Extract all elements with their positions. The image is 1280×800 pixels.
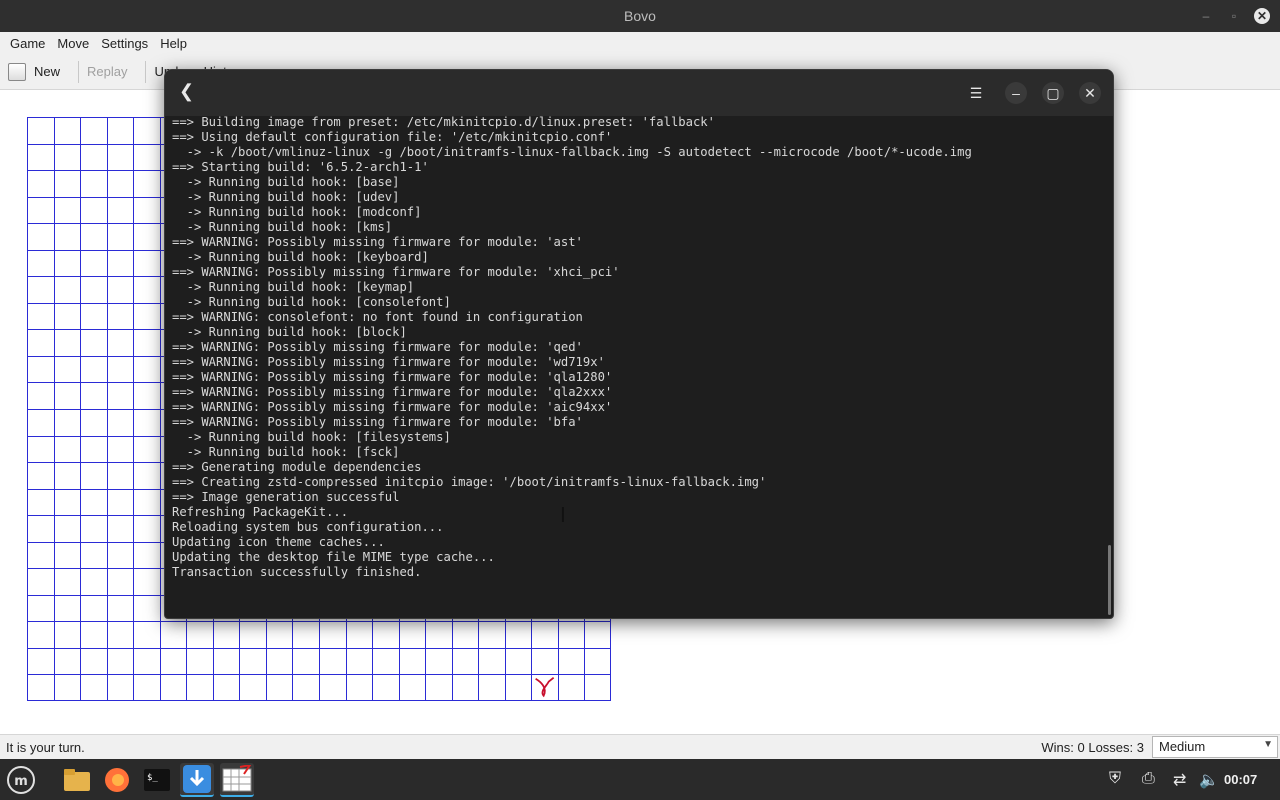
log-line: -> -k /boot/vmlinuz-linux -g /boot/initr…	[172, 145, 972, 159]
log-line: ==> Generating module dependencies	[172, 460, 422, 474]
log-line: Transaction successfully finished.	[172, 565, 422, 579]
update-log-dialog: ❮ ☰ – ▢ ✕ ==> Building image from preset…	[164, 69, 1114, 619]
turn-status: It is your turn.	[6, 740, 85, 755]
new-button[interactable]: New	[8, 62, 61, 81]
log-line: ==> WARNING: Possibly missing firmware f…	[172, 385, 613, 399]
hamburger-menu-icon[interactable]: ☰	[965, 82, 987, 104]
log-line: ==> WARNING: Possibly missing firmware f…	[172, 235, 583, 249]
log-line: ==> Image generation successful	[172, 490, 400, 504]
update-manager-app-button[interactable]	[180, 763, 214, 797]
printer-icon[interactable]: ⎙	[1142, 770, 1155, 788]
log-line: -> Running build hook: [keyboard]	[172, 250, 429, 264]
taskbar: m $_ ⛨ ⎙ ⇄ 🔈 00:07	[0, 759, 1280, 800]
minimize-icon[interactable]: –	[1005, 82, 1027, 104]
chevron-down-icon: ▼	[1263, 739, 1273, 750]
clock[interactable]: 00:07	[1224, 772, 1257, 787]
new-game-icon	[8, 62, 26, 81]
download-arrow-icon	[183, 765, 211, 793]
toolbar-separator	[145, 60, 147, 83]
svg-text:$_: $_	[147, 773, 158, 783]
log-line: ==> Creating zstd-compressed initcpio im…	[172, 475, 767, 489]
score-display: Wins: 0 Losses: 3	[1041, 740, 1144, 755]
mint-logo-icon: m	[7, 766, 35, 794]
menu-move[interactable]: Move	[51, 36, 95, 51]
log-line: ==> WARNING: Possibly missing firmware f…	[172, 370, 613, 384]
terminal-icon: $_	[144, 769, 170, 791]
maximize-icon[interactable]: ▫	[1226, 8, 1242, 24]
shield-icon[interactable]: ⛨	[1109, 770, 1121, 788]
network-icon[interactable]: ⇄	[1173, 770, 1186, 790]
dialog-header: ❮ ☰ – ▢ ✕	[165, 70, 1113, 116]
log-line: Refreshing PackageKit...	[172, 505, 349, 519]
replay-button-label: Replay	[87, 64, 128, 79]
bovo-icon	[222, 765, 252, 792]
mint-menu-button[interactable]: m	[4, 763, 38, 797]
log-line: -> Running build hook: [base]	[172, 175, 400, 189]
minimize-icon[interactable]: –	[1198, 8, 1214, 24]
window-title: Bovo	[624, 8, 656, 24]
bovo-app-button[interactable]	[220, 763, 254, 797]
terminal-app-button[interactable]: $_	[140, 763, 174, 797]
difficulty-value: Medium	[1159, 739, 1206, 754]
files-app-button[interactable]	[60, 763, 94, 797]
firefox-icon	[105, 768, 129, 792]
replay-button[interactable]: Replay	[87, 64, 127, 79]
log-line: -> Running build hook: [kms]	[172, 220, 393, 234]
difficulty-select[interactable]: Medium ▼	[1152, 736, 1278, 758]
svg-text:m: m	[14, 774, 28, 789]
new-button-label: New	[34, 64, 61, 79]
menu-help[interactable]: Help	[154, 36, 193, 51]
back-arrow-icon[interactable]: ❮	[179, 81, 194, 102]
log-line: ==> Using default configuration file: '/…	[172, 130, 613, 144]
log-line: Updating the desktop file MIME type cach…	[172, 550, 495, 564]
log-line: ==> WARNING: Possibly missing firmware f…	[172, 355, 605, 369]
scrollbar[interactable]	[1108, 545, 1111, 615]
volume-icon[interactable]: 🔈	[1199, 770, 1219, 790]
log-line: -> Running build hook: [consolefont]	[172, 295, 451, 309]
log-line: -> Running build hook: [keymap]	[172, 280, 415, 294]
toolbar-separator	[78, 60, 80, 83]
log-line: ==> Building image from preset: /etc/mki…	[172, 115, 715, 129]
menubar: Game Move Settings Help	[0, 32, 1280, 54]
log-line: ==> WARNING: Possibly missing firmware f…	[172, 400, 613, 414]
window-titlebar: Bovo – ▫ ✕	[0, 0, 1280, 32]
log-line: -> Running build hook: [modconf]	[172, 205, 422, 219]
log-line: -> Running build hook: [block]	[172, 325, 407, 339]
close-icon[interactable]: ✕	[1079, 82, 1101, 104]
log-line: Updating icon theme caches...	[172, 535, 385, 549]
losses-count: Losses: 3	[1088, 740, 1144, 755]
menu-game[interactable]: Game	[4, 36, 51, 51]
menu-settings[interactable]: Settings	[95, 36, 154, 51]
log-line: -> Running build hook: [fsck]	[172, 445, 400, 459]
log-output[interactable]: ==> Building image from preset: /etc/mki…	[172, 115, 1102, 615]
log-line: ==> WARNING: Possibly missing firmware f…	[172, 265, 620, 279]
log-line: -> Running build hook: [udev]	[172, 190, 400, 204]
statusbar: It is your turn. Wins: 0 Losses: 3 Mediu…	[0, 734, 1280, 759]
firefox-app-button[interactable]	[100, 763, 134, 797]
text-cursor-icon: I	[560, 503, 566, 527]
folder-icon	[64, 769, 90, 791]
log-line: ==> WARNING: Possibly missing firmware f…	[172, 415, 583, 429]
log-line: ==> WARNING: Possibly missing firmware f…	[172, 340, 583, 354]
log-line: -> Running build hook: [filesystems]	[172, 430, 451, 444]
maximize-icon[interactable]: ▢	[1042, 82, 1064, 104]
log-line: Reloading system bus configuration...	[172, 520, 444, 534]
log-line: ==> WARNING: consolefont: no font found …	[172, 310, 583, 324]
log-line: ==> Starting build: '6.5.2-arch1-1'	[172, 160, 429, 174]
close-icon[interactable]: ✕	[1254, 8, 1270, 24]
wins-count: Wins: 0	[1041, 740, 1085, 755]
